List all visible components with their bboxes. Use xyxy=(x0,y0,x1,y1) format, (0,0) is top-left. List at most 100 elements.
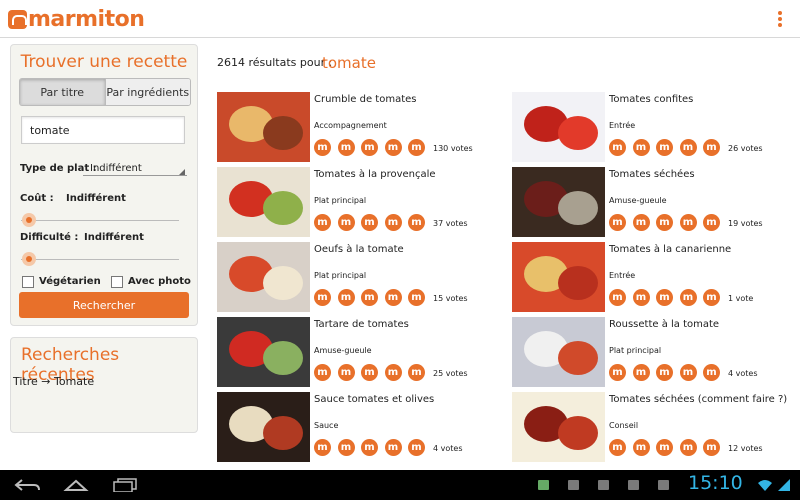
vote-count: 4 votes xyxy=(433,444,463,453)
recipe-photo[interactable] xyxy=(512,92,605,162)
vote-count: 1 vote xyxy=(728,294,754,303)
cost-slider-track[interactable] xyxy=(21,220,179,221)
dish-type-select[interactable]: Indifférent xyxy=(90,163,142,174)
recipe-card[interactable]: Tomates séchées Amuse-gueule m m m m m 19 votes xyxy=(512,167,800,237)
recipe-photo[interactable] xyxy=(512,317,605,387)
recipe-card[interactable]: Sauce tomates et olives Sauce m m m m m 4 votes xyxy=(217,392,507,462)
rating-m-icon: m xyxy=(703,289,720,306)
overflow-menu-icon[interactable] xyxy=(778,11,782,27)
recipe-category: Amuse-gueule xyxy=(314,346,372,355)
recipe-category: Entrée xyxy=(609,121,636,130)
recipe-photo[interactable] xyxy=(217,167,310,237)
recipe-card[interactable]: Oeufs à la tomate Plat principal m m m m m 15 v… xyxy=(217,242,507,312)
recipe-title[interactable]: Tartare de tomates xyxy=(314,319,409,330)
briefcase-icon xyxy=(598,480,609,490)
gallery-icon xyxy=(568,480,579,490)
rating-m-icon: m xyxy=(408,214,425,231)
recipe-title[interactable]: Tomates séchées (comment faire ?) xyxy=(609,394,787,405)
rating-m-icon: m xyxy=(314,439,331,456)
rating-m-icon: m xyxy=(679,439,697,456)
rating-m-icon: m xyxy=(679,289,697,306)
recipe-photo[interactable] xyxy=(217,92,310,162)
difficulty-value: Indifférent xyxy=(84,232,144,243)
difficulty-slider-thumb[interactable] xyxy=(22,252,36,266)
rating-m-icon: m xyxy=(314,364,331,381)
vote-count: 26 votes xyxy=(728,144,763,153)
recipe-title[interactable]: Oeufs à la tomate xyxy=(314,244,404,255)
rating-m-icon: m xyxy=(656,364,673,381)
recipe-category: Plat principal xyxy=(314,271,367,280)
dish-type-label: Type de plat : xyxy=(20,163,97,174)
recipe-title[interactable]: Tomates séchées xyxy=(609,169,695,180)
search-button[interactable]: Rechercher xyxy=(19,292,189,318)
system-navigation-bar: 15:10 xyxy=(0,470,800,500)
rating-m-icon: m xyxy=(408,289,425,306)
recent-searches-panel: Recherches récentes Titre → Tomate xyxy=(10,337,198,433)
recipe-card[interactable]: Tomates à la provençale Plat principal m m m… xyxy=(217,167,507,237)
vegetarian-checkbox[interactable] xyxy=(22,276,34,288)
recipe-card[interactable]: Tomates à la canarienne Entrée m m m m m 1 vote xyxy=(512,242,800,312)
search-mode-tabs: Par titre Par ingrédients xyxy=(19,78,191,106)
rating-m-icon: m xyxy=(703,214,720,231)
recipe-category: Accompagnement xyxy=(314,121,387,130)
rating: mmmmm xyxy=(609,139,727,156)
notification-icon xyxy=(658,480,669,490)
rating: mmmmm xyxy=(314,439,432,456)
recipe-category: Plat principal xyxy=(609,346,662,355)
rating: mmmmm xyxy=(314,289,432,306)
rating-m-icon: m xyxy=(408,364,425,381)
dropdown-arrow-icon[interactable] xyxy=(179,169,185,175)
rating-m-icon: m xyxy=(337,289,355,306)
marmiton-logo[interactable]: marmiton xyxy=(8,7,145,32)
rating-m-icon: m xyxy=(609,289,626,306)
search-panel-title: Trouver une recette xyxy=(20,52,188,72)
recipe-photo[interactable] xyxy=(512,167,605,237)
recipe-card[interactable]: Roussette à la tomate Plat principal m m m m m… xyxy=(512,317,800,387)
rating-m-icon: m xyxy=(314,214,331,231)
cost-slider-thumb[interactable] xyxy=(22,213,36,227)
recipe-card[interactable]: Crumble de tomates Accompagnement m m m m m 130… xyxy=(217,92,507,162)
vote-count: 25 votes xyxy=(433,369,468,378)
vote-count: 37 votes xyxy=(433,219,468,228)
rating-m-icon: m xyxy=(679,364,697,381)
wifi-icon xyxy=(758,480,772,491)
recipe-category: Sauce xyxy=(314,421,339,430)
rating-m-icon: m xyxy=(656,139,673,156)
recipe-title[interactable]: Tomates à la canarienne xyxy=(609,244,731,255)
vegetarian-label: Végétarien xyxy=(39,276,101,287)
recipe-photo[interactable] xyxy=(512,392,605,462)
recipe-card[interactable]: Tomates séchées (comment faire ?) Conseil… xyxy=(512,392,800,462)
search-input[interactable]: tomate xyxy=(21,116,185,144)
recipe-title[interactable]: Roussette à la tomate xyxy=(609,319,719,330)
rating: mmmmm xyxy=(609,364,727,381)
recipe-card[interactable]: Tomates confites Entrée m m m m m 26 votes xyxy=(512,92,800,162)
recent-search-item[interactable]: Titre → Tomate xyxy=(13,375,94,388)
recipe-title[interactable]: Tomates confites xyxy=(609,94,693,105)
recipe-title[interactable]: Sauce tomates et olives xyxy=(314,394,434,405)
recipe-title[interactable]: Crumble de tomates xyxy=(314,94,417,105)
back-icon[interactable] xyxy=(14,478,40,492)
recipe-title[interactable]: Tomates à la provençale xyxy=(314,169,436,180)
recipe-photo[interactable] xyxy=(217,242,310,312)
vote-count: 130 votes xyxy=(433,144,473,153)
rating-m-icon: m xyxy=(361,214,378,231)
home-icon[interactable] xyxy=(63,478,89,492)
with-photo-checkbox[interactable] xyxy=(111,276,123,288)
difficulty-slider-track[interactable] xyxy=(21,259,179,260)
recipe-category: Entrée xyxy=(609,271,636,280)
recipe-category: Plat principal xyxy=(314,196,367,205)
recipe-photo[interactable] xyxy=(217,317,310,387)
rating: mmmmm xyxy=(609,289,727,306)
tab-by-ingredients[interactable]: Par ingrédients xyxy=(104,79,190,105)
rating-m-icon: m xyxy=(679,139,697,156)
rating: mmmmm xyxy=(314,139,432,156)
recipe-photo[interactable] xyxy=(217,392,310,462)
tab-by-title[interactable]: Par titre xyxy=(20,79,105,105)
recipe-card[interactable]: Tartare de tomates Amuse-gueule m m m m m 25 vo… xyxy=(217,317,507,387)
recent-apps-icon[interactable] xyxy=(112,478,138,492)
recipe-category: Amuse-gueule xyxy=(609,196,667,205)
recipe-photo[interactable] xyxy=(512,242,605,312)
rating-m-icon: m xyxy=(703,439,720,456)
rating-m-icon: m xyxy=(609,139,626,156)
rating: mmmmm xyxy=(609,214,727,231)
